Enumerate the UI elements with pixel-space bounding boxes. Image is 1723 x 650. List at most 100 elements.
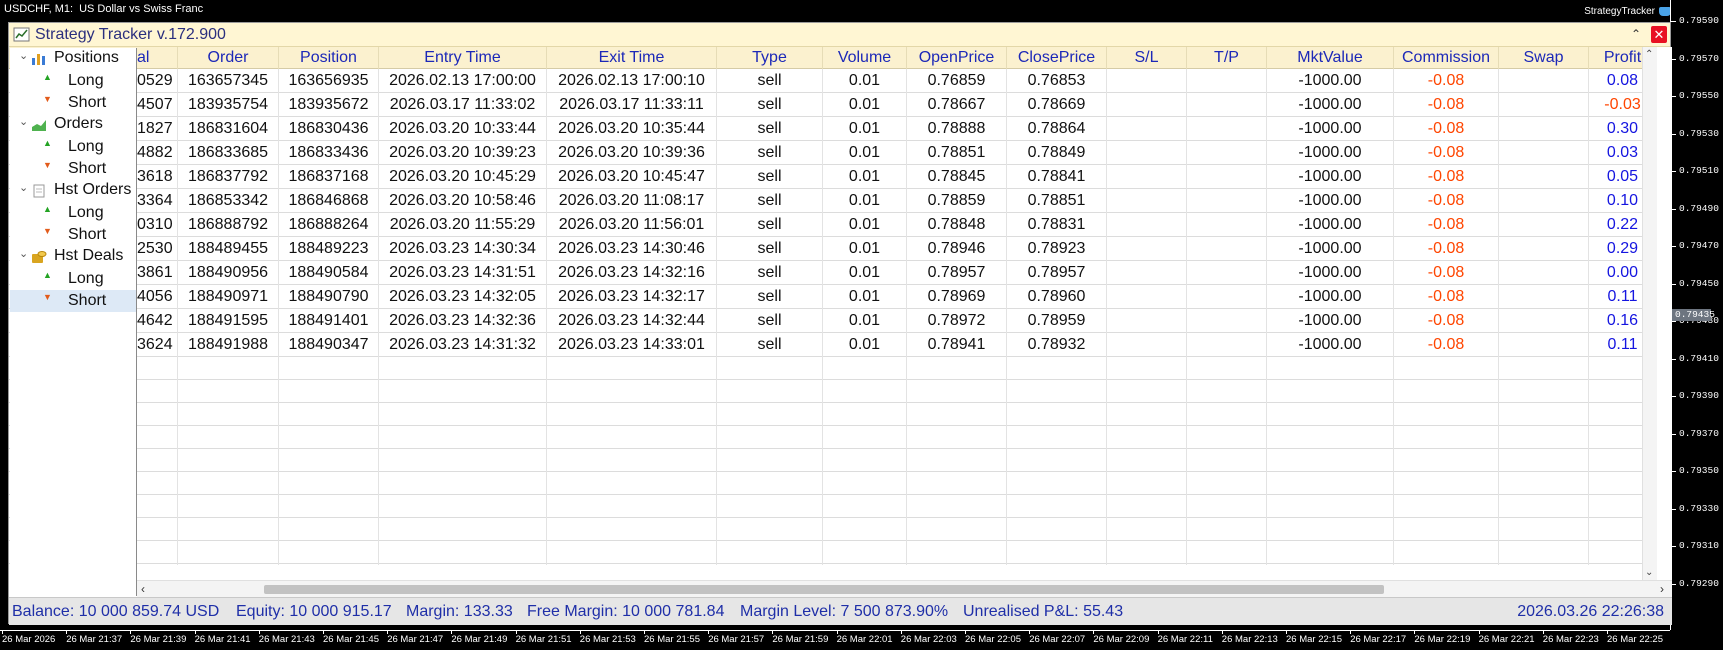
table-row[interactable] — [9, 518, 1657, 542]
horizontal-scrollbar[interactable]: ‹ › — [137, 580, 1672, 597]
table-cell-close-price-col — [1007, 495, 1107, 519]
document-icon — [31, 184, 47, 198]
column-header-ticket-col[interactable]: al — [137, 47, 178, 69]
scroll-down-arrow-icon[interactable]: ⌄ — [1645, 567, 1653, 578]
table-row[interactable]: 3364 186853342 186846868 2026.03.20 10:58:4… — [9, 189, 1657, 213]
scroll-up-arrow-icon[interactable]: ⌃ — [1645, 49, 1653, 60]
table-cell-order-col — [178, 403, 279, 427]
tree-item-long[interactable]: ▲ Long — [10, 136, 136, 158]
table-cell-position-col: 188490790 — [279, 285, 379, 309]
table-row[interactable]: 0529 163657345 163656935 2026.02.13 17:00:0… — [9, 69, 1657, 93]
chevron-down-icon[interactable]: ⌄ — [19, 49, 28, 62]
table-row[interactable] — [9, 380, 1657, 404]
column-header-type-col[interactable]: Type — [717, 47, 823, 69]
table-cell-mkt-value-col: -1000.00 — [1267, 261, 1394, 285]
table-cell-volume-col — [823, 380, 907, 404]
tree-item-short[interactable]: ▼ Short — [10, 290, 136, 312]
table-cell-swap-col — [1499, 495, 1589, 519]
table-cell-close-price-col: 0.78932 — [1007, 333, 1107, 357]
table-cell-tp-col — [1187, 380, 1267, 404]
tree-item-long[interactable]: ▲ Long — [10, 202, 136, 224]
table-cell-mkt-value-col — [1267, 472, 1394, 496]
table-row[interactable] — [9, 403, 1657, 427]
tree-item-label: Long — [68, 204, 104, 221]
close-icon[interactable]: ✕ — [1651, 26, 1667, 43]
chevron-down-icon[interactable]: ⌄ — [19, 247, 28, 260]
table-row[interactable] — [9, 357, 1657, 381]
tree-item-label: Long — [68, 270, 104, 287]
table-row[interactable]: 3618 186837792 186837168 2026.03.20 10:45:2… — [9, 165, 1657, 189]
column-header-tp-col[interactable]: T/P — [1187, 47, 1267, 69]
chart-title: USDCHF, M1: US Dollar vs Swiss Franc — [4, 3, 209, 15]
table-cell-entry-time-col — [379, 380, 547, 404]
column-header-volume-col[interactable]: Volume — [823, 47, 907, 69]
panel-titlebar[interactable]: Strategy Tracker v.172.900 ⌃ ✕ — [9, 23, 1670, 47]
table-cell-sl-col — [1107, 357, 1187, 381]
table-cell-entry-time-col — [379, 403, 547, 427]
table-row[interactable]: 2530 188489455 188489223 2026.03.23 14:30:3… — [9, 237, 1657, 261]
column-header-position-col[interactable]: Position — [279, 47, 379, 69]
table-cell-ticket-col: 4507 — [137, 93, 178, 117]
tree-item-short[interactable]: ▼ Short — [10, 158, 136, 180]
expert-advisor-label[interactable]: StrategyTracker — [1584, 6, 1671, 17]
balance-text: Balance: 10 000 859.74 USD — [12, 603, 220, 620]
column-header-swap-col[interactable]: Swap — [1499, 47, 1589, 69]
table-row[interactable] — [9, 426, 1657, 450]
table-row[interactable]: 4507 183935754 183935672 2026.03.17 11:33:0… — [9, 93, 1657, 117]
table-row[interactable] — [9, 541, 1657, 565]
chevron-up-icon[interactable]: ⌃ — [1628, 26, 1644, 43]
tree-category-orders[interactable]: ⌄ Orders — [10, 114, 136, 136]
column-header-commission-col[interactable]: Commission — [1394, 47, 1499, 69]
tree-item-long[interactable]: ▲ Long — [10, 70, 136, 92]
scroll-left-arrow-icon[interactable]: ‹ — [141, 582, 145, 596]
table-row[interactable]: 0310 186888792 186888264 2026.03.20 11:55:2… — [9, 213, 1657, 237]
table-cell-ticket-col: 4056 — [137, 285, 178, 309]
table-cell-exit-time-col: 2026.02.13 17:00:10 — [547, 69, 717, 93]
table-row[interactable]: 4056 188490971 188490790 2026.03.23 14:32:0… — [9, 285, 1657, 309]
chevron-down-icon[interactable]: ⌄ — [19, 115, 28, 128]
arrow-down-icon: ▼ — [43, 226, 52, 236]
table-row[interactable] — [9, 449, 1657, 473]
table-cell-open-price-col: 0.78851 — [907, 141, 1007, 165]
table-cell-type-col — [717, 357, 823, 381]
column-header-order-col[interactable]: Order — [178, 47, 279, 69]
table-cell-ticket-col — [137, 357, 178, 381]
scroll-right-arrow-icon[interactable]: › — [1660, 582, 1664, 596]
column-header-close-price-col[interactable]: ClosePrice — [1007, 47, 1107, 69]
table-cell-mkt-value-col: -1000.00 — [1267, 309, 1394, 333]
table-cell-sl-col — [1107, 333, 1187, 357]
table-cell-order-col: 188490956 — [178, 261, 279, 285]
account-status-bar: Balance: 10 000 859.74 USD Equity: 10 00… — [9, 597, 1672, 625]
table-cell-ticket-col: 2530 — [137, 237, 178, 261]
table-cell-volume-col: 0.01 — [823, 213, 907, 237]
table-cell-position-col — [279, 472, 379, 496]
chevron-down-icon[interactable]: ⌄ — [19, 181, 28, 194]
vertical-scrollbar[interactable]: ⌃ ⌄ — [1642, 47, 1657, 580]
column-header-sl-col[interactable]: S/L — [1107, 47, 1187, 69]
table-row[interactable]: 3624 188491988 188490347 2026.03.23 14:31:3… — [9, 333, 1657, 357]
table-row[interactable]: 1827 186831604 186830436 2026.03.20 10:33:4… — [9, 117, 1657, 141]
table-row[interactable]: 3861 188490956 188490584 2026.03.23 14:31:5… — [9, 261, 1657, 285]
tree-category-positions[interactable]: ⌄ Positions — [10, 48, 136, 70]
table-row[interactable] — [9, 495, 1657, 519]
table-cell-open-price-col — [907, 541, 1007, 565]
tree-item-short[interactable]: ▼ Short — [10, 92, 136, 114]
tree-item-short[interactable]: ▼ Short — [10, 224, 136, 246]
time-tick-label: 26 Mar 21:37 — [66, 630, 123, 645]
table-row[interactable]: 4882 186833685 186833436 2026.03.20 10:39:2… — [9, 141, 1657, 165]
horizontal-scroll-thumb[interactable] — [264, 585, 1384, 594]
column-header-mkt-value-col[interactable]: MktValue — [1267, 47, 1394, 69]
tree-category-hst-orders[interactable]: ⌄ Hst Orders — [10, 180, 136, 202]
tree-category-hst-deals[interactable]: ⌄ Hst Deals — [10, 246, 136, 268]
table-row[interactable]: 4642 188491595 188491401 2026.03.23 14:32:3… — [9, 309, 1657, 333]
table-cell-mkt-value-col: -1000.00 — [1267, 165, 1394, 189]
table-cell-sl-col — [1107, 541, 1187, 565]
table-cell-ticket-col — [137, 426, 178, 450]
table-cell-sl-col — [1107, 495, 1187, 519]
table-cell-mkt-value-col: -1000.00 — [1267, 117, 1394, 141]
tree-item-long[interactable]: ▲ Long — [10, 268, 136, 290]
column-header-exit-time-col[interactable]: Exit Time — [547, 47, 717, 69]
table-row[interactable] — [9, 472, 1657, 496]
column-header-entry-time-col[interactable]: Entry Time — [379, 47, 547, 69]
column-header-open-price-col[interactable]: OpenPrice — [907, 47, 1007, 69]
